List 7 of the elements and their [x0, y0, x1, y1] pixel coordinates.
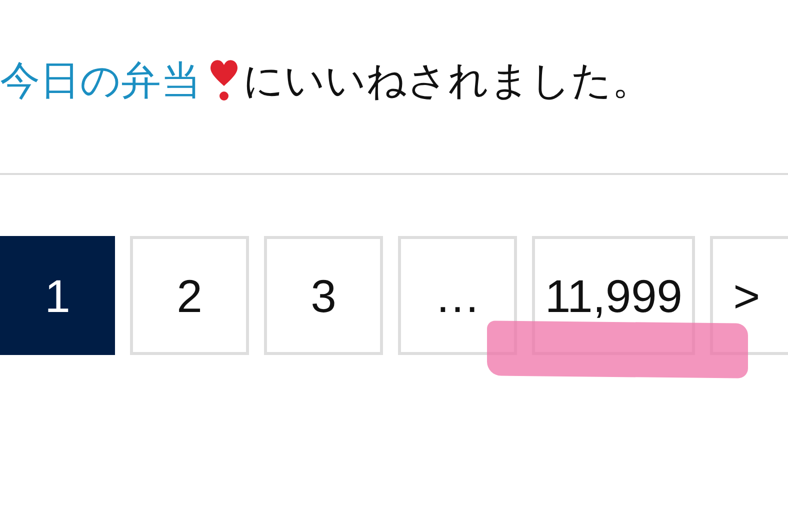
post-link[interactable]: 今日の弁当 — [0, 52, 201, 108]
page-button[interactable]: … — [398, 236, 517, 355]
page-button[interactable]: 2 — [130, 236, 249, 355]
notification-text: にいいねされました。 — [243, 56, 652, 106]
page-button[interactable]: 3 — [264, 236, 383, 355]
heart-exclamation-icon — [209, 57, 239, 103]
page-button[interactable]: 1 — [0, 236, 115, 355]
